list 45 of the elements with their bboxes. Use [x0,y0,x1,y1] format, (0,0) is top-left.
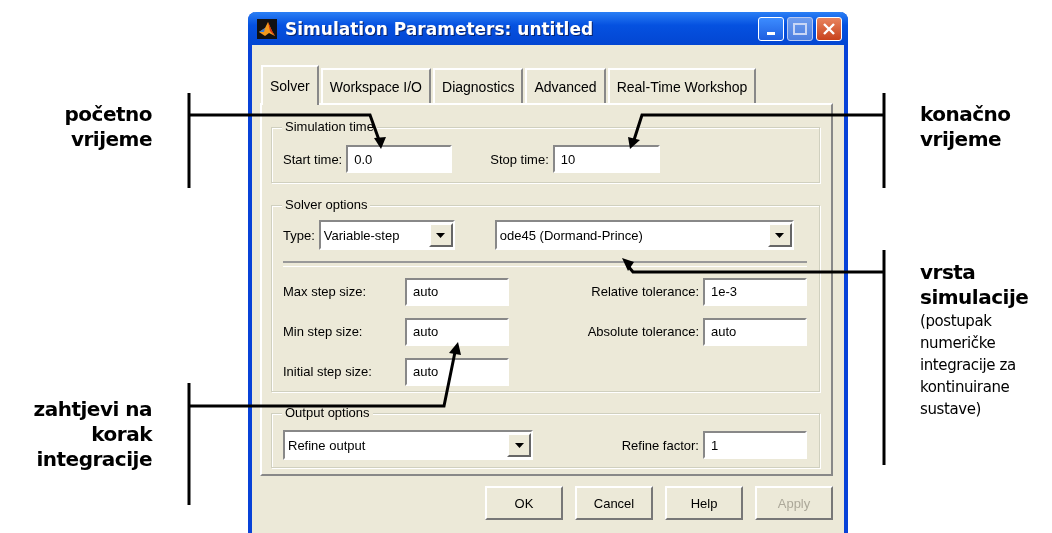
window-title: Simulation Parameters: untitled [285,18,595,39]
dropdown-arrow-icon [775,232,785,238]
annotation-text: konačno vrijeme [920,102,1012,152]
group-title: Solver options [282,197,371,213]
tab[interactable]: Workspace I/O [320,68,431,103]
maximize-icon [793,22,807,35]
field-label: Type: [283,227,315,243]
field-label: Stop time: [490,151,549,167]
maximize-button[interactable] [787,16,813,41]
tab[interactable]: Real-Time Workshop [607,68,757,103]
solver-dropdown[interactable]: ode45 (Dormand-Prince) [494,220,794,250]
field-label: Start time: [283,151,343,167]
dialog-button[interactable]: Cancel [575,486,653,520]
annotation-note: (postupak numeričke integracije za kontinuirane sustave) [920,311,1017,420]
refine-factor-field[interactable]: 1 [703,431,807,459]
tolerance-field[interactable]: 1e-3 [703,277,807,306]
field-label: Relative tolerance: [590,284,699,299]
step-size-field[interactable]: auto [405,317,509,346]
dialog-button[interactable]: Help [665,486,743,520]
field-label: Absolute tolerance: [586,324,699,339]
close-button[interactable] [816,16,842,41]
type-dropdown[interactable]: Variable-step [318,220,455,250]
dropdown-arrow-icon [514,442,524,448]
field-label: Max step size: [283,284,368,299]
minimize-button[interactable] [758,16,784,41]
stop-time-field[interactable]: 10 [552,145,660,173]
close-icon [823,22,835,35]
step-size-field[interactable]: auto [405,357,509,386]
field-label: Refine factor: [620,437,699,453]
annotation-text: zahtjevi na korak integracije [32,397,152,472]
output-dropdown[interactable]: Refine output [283,430,533,460]
start-time-field[interactable]: 0.0 [346,145,453,173]
annotation-text: vrsta simulacije [920,260,1030,310]
step-size-field[interactable]: auto [405,277,509,306]
dialog-button[interactable]: OK [485,486,563,520]
tab[interactable]: Solver [261,65,319,105]
tab[interactable]: Diagnostics [433,68,524,103]
field-label: Initial step size: [283,364,373,379]
annotation-text: početno vrijeme [63,102,152,152]
field-label: Min step size: [283,324,364,339]
app-icon [257,18,277,39]
tab[interactable]: Advanced [525,68,606,103]
minimize-icon [767,31,775,35]
dropdown-arrow-icon [436,232,446,238]
tolerance-field[interactable]: auto [703,317,807,346]
